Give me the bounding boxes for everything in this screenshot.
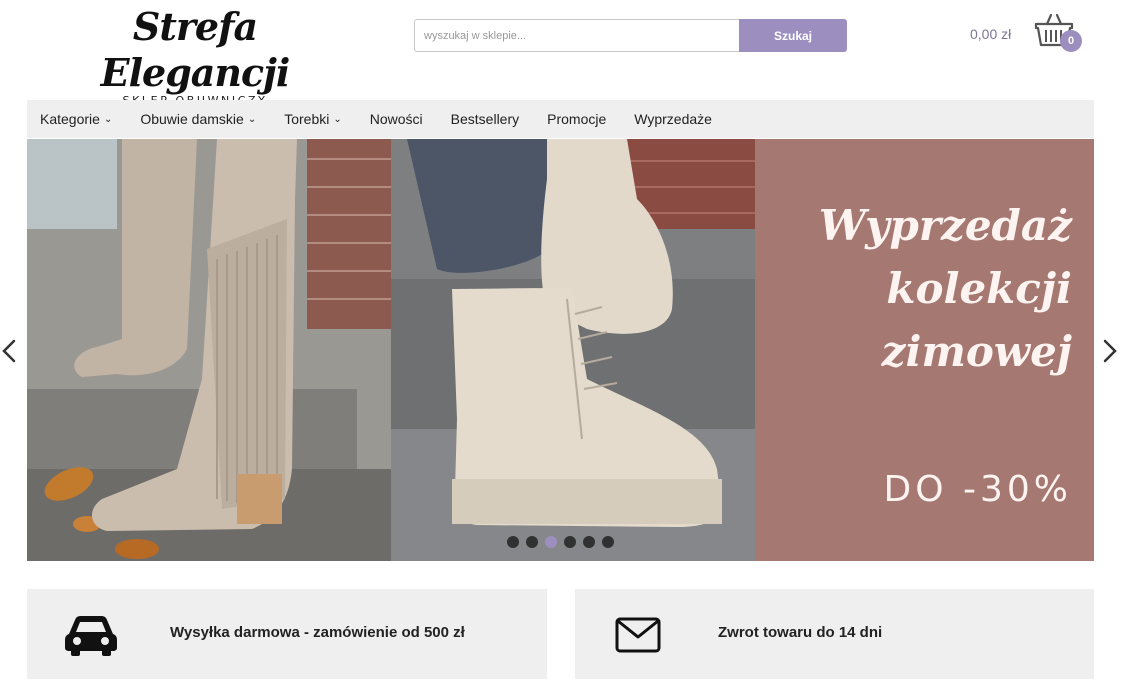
nav-item-nowosci[interactable]: Nowości — [370, 111, 423, 127]
returns-box: Zwrot towaru do 14 dni — [575, 589, 1094, 679]
cart-total[interactable]: 0,00 zł — [970, 26, 1011, 42]
slider-dot-2[interactable] — [526, 536, 538, 548]
slider-dot-1[interactable] — [507, 536, 519, 548]
nav-item-label: Wyprzedaże — [634, 111, 712, 127]
search-button[interactable]: Szukaj — [739, 19, 847, 52]
nav-item-promocje[interactable]: Promocje — [547, 111, 606, 127]
slider-pagination — [507, 536, 614, 548]
envelope-icon — [615, 617, 661, 653]
promo-heading-line-1: Wyprzedaż — [818, 201, 1072, 250]
slider-prev-arrow[interactable] — [0, 338, 18, 364]
main-navigation: Kategorie ⌄ Obuwie damskie ⌄ Torebki ⌄ N… — [27, 100, 1094, 138]
nav-item-label: Promocje — [547, 111, 607, 127]
free-shipping-box: Wysyłka darmowa - zamówienie od 500 zł — [27, 589, 547, 679]
promo-heading-line-3: zimowej — [881, 327, 1072, 376]
promo-heading-line-2: kolekcji — [886, 264, 1072, 313]
nav-item-bestsellery[interactable]: Bestsellery — [451, 111, 519, 127]
search-bar: Szukaj — [414, 19, 847, 52]
free-shipping-text: Wysyłka darmowa - zamówienie od 500 zł — [170, 624, 465, 641]
hero-slider[interactable]: Wyprzedaż kolekcji zimowej DO -30% — [27, 139, 1094, 561]
chevron-down-icon: ⌄ — [333, 113, 342, 125]
search-input[interactable] — [414, 19, 739, 52]
slider-dot-3[interactable] — [545, 536, 557, 548]
nav-item-label: Bestsellery — [450, 111, 520, 127]
nav-item-kategorie[interactable]: Kategorie ⌄ — [40, 111, 112, 127]
nav-item-label: Kategorie — [40, 111, 100, 127]
site-header: Strefa Elegancji SKLEP OBUWNICZY Szukaj … — [0, 0, 1129, 107]
slider-dot-5[interactable] — [583, 536, 595, 548]
chevron-down-icon: ⌄ — [247, 113, 257, 125]
returns-text: Zwrot towaru do 14 dni — [718, 624, 883, 641]
nav-item-wyprzedaze[interactable]: Wyprzedaże — [634, 111, 712, 127]
slider-next-arrow[interactable] — [1101, 338, 1119, 364]
nav-item-label: Nowości — [369, 111, 423, 127]
store-logo[interactable]: Strefa Elegancji SKLEP OBUWNICZY — [60, 4, 330, 107]
slider-dot-4[interactable] — [564, 536, 576, 548]
car-icon — [65, 616, 117, 656]
nav-item-obuwie-damskie[interactable]: Obuwie damskie ⌄ — [140, 111, 256, 127]
logo-title: Strefa Elegancji — [100, 4, 291, 95]
nav-item-torebki[interactable]: Torebki ⌄ — [284, 111, 342, 127]
promo-panel: Wyprzedaż kolekcji zimowej DO -30% — [755, 139, 1094, 561]
cart-button[interactable]: 0 — [1032, 10, 1084, 54]
slider-dot-6[interactable] — [602, 536, 614, 548]
chevron-down-icon: ⌄ — [103, 113, 113, 125]
promo-discount: DO -30% — [883, 469, 1072, 510]
cart-count-badge: 0 — [1060, 30, 1082, 52]
nav-item-label: Torebki — [284, 111, 330, 127]
banner-photo — [27, 139, 755, 561]
nav-item-label: Obuwie damskie — [140, 111, 244, 127]
